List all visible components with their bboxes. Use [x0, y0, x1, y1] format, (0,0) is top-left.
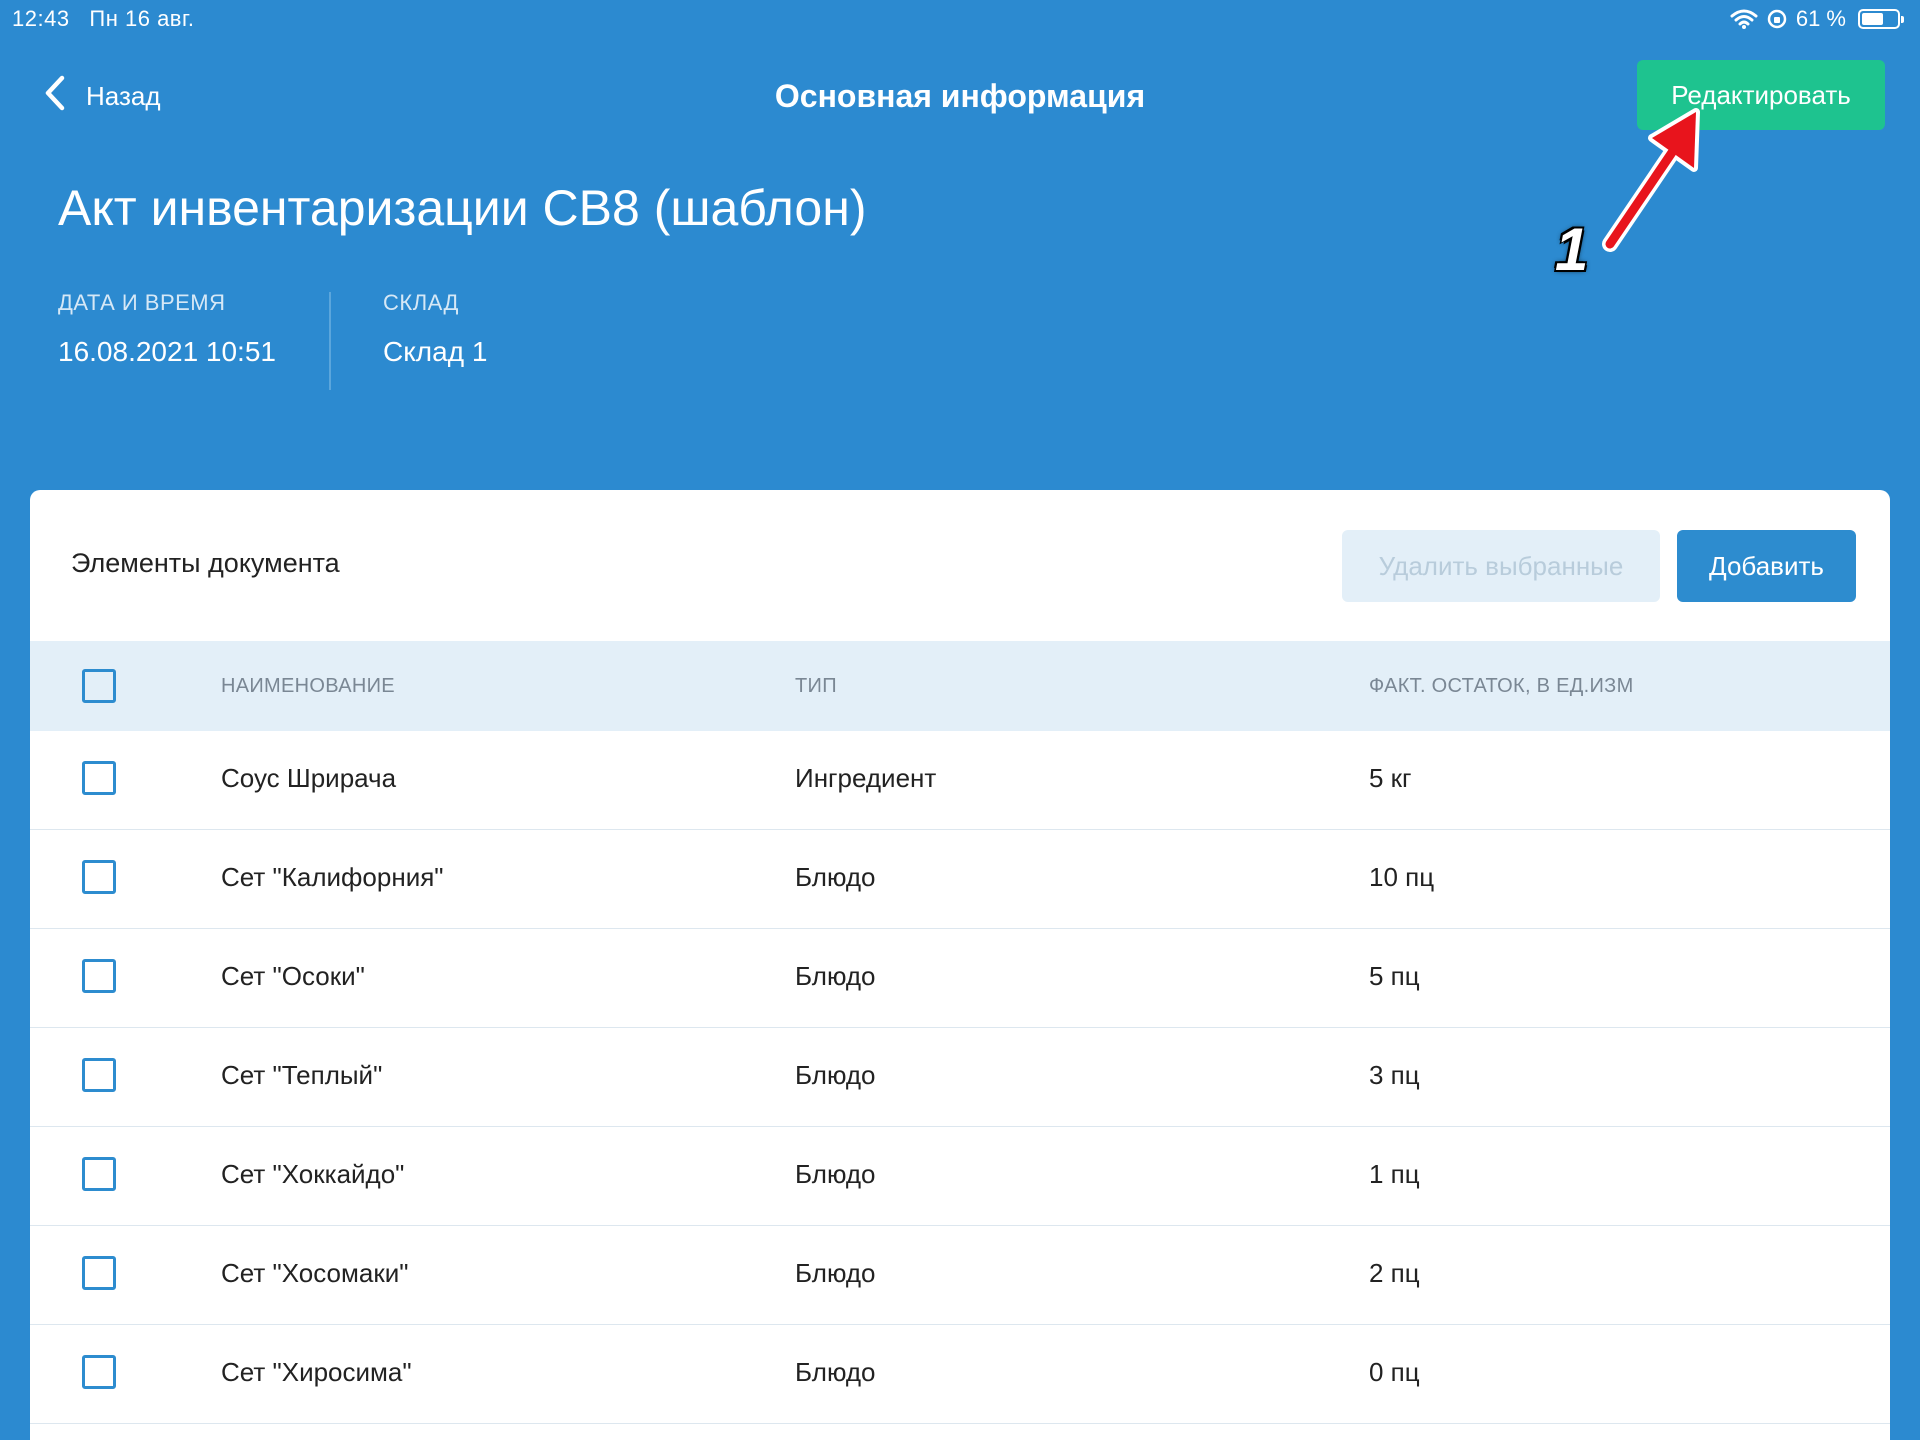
cell-qty: 5 кг [1369, 763, 1412, 793]
column-header-type: ТИП [795, 675, 837, 697]
meta-divider [329, 292, 331, 390]
cell-qty: 10 пц [1369, 862, 1435, 892]
add-button[interactable]: Добавить [1677, 530, 1856, 602]
cell-name: Сет "Хоккайдо" [221, 1159, 405, 1189]
column-header-qty: ФАКТ. ОСТАТОК, В ЕД.ИЗМ [1369, 675, 1634, 697]
document-title: Акт инвентаризации СВ8 (шаблон) [58, 180, 867, 236]
cell-qty: 0 пц [1369, 1357, 1420, 1387]
row-checkbox[interactable] [82, 1157, 116, 1191]
cell-name: Сет "Теплый" [221, 1060, 383, 1090]
cell-qty: 3 пц [1369, 1060, 1420, 1090]
cell-type: Блюдо [795, 1357, 876, 1387]
table-row[interactable]: Сет "Хосомаки" Блюдо 2 пц [30, 1226, 1890, 1325]
table-row[interactable]: Сет "Калифорния" Блюдо 10 пц [30, 830, 1890, 929]
date-label: ДАТА И ВРЕМЯ [58, 290, 226, 315]
battery-level [1862, 13, 1883, 25]
select-all-checkbox[interactable] [82, 669, 116, 703]
cell-name: Сет "Осоки" [221, 961, 365, 991]
cell-name: Соус Шрирача [221, 763, 397, 793]
date-value: 16.08.2021 10:51 [58, 336, 276, 367]
table-row[interactable]: Сет "Хиросима" Блюдо 0 пц [30, 1325, 1890, 1424]
row-checkbox[interactable] [82, 860, 116, 894]
meta-date: ДАТА И ВРЕМЯ 16.08.2021 10:51 [58, 290, 276, 368]
page-title: Основная информация [774, 78, 1146, 114]
cell-type: Блюдо [795, 1258, 876, 1288]
cell-type: Блюдо [795, 862, 876, 892]
wifi-icon [1730, 8, 1758, 30]
cell-name: Сет "Калифорния" [221, 862, 444, 892]
row-checkbox[interactable] [82, 761, 116, 795]
warehouse-value: Склад 1 [383, 336, 488, 367]
orientation-lock-icon [1766, 8, 1788, 30]
cell-type: Блюдо [795, 1159, 876, 1189]
screen: 12:43 Пн 16 авг. 61 % Назад Основная инф… [0, 0, 1920, 1440]
status-indicators: 61 % [1730, 6, 1904, 32]
annotation-step-label: 1 [1555, 216, 1589, 283]
cell-type: Ингредиент [795, 763, 937, 793]
table-row[interactable]: Сет "Теплый" Блюдо 3 пц [30, 1028, 1890, 1127]
table-body: Соус Шрирача Ингредиент 5 кг Сет "Калифо… [30, 731, 1890, 1424]
row-checkbox[interactable] [82, 959, 116, 993]
table-row[interactable]: Сет "Осоки" Блюдо 5 пц [30, 929, 1890, 1028]
items-card: Элементы документа Удалить выбранные Доб… [30, 490, 1890, 1440]
delete-selected-button[interactable]: Удалить выбранные [1342, 530, 1660, 602]
cell-name: Сет "Хиросима" [221, 1357, 412, 1387]
battery-percent: 61 % [1795, 6, 1846, 31]
cell-type: Блюдо [795, 1060, 876, 1090]
table-row[interactable]: Соус Шрирача Ингредиент 5 кг [30, 731, 1890, 830]
status-clock: 12:43 [12, 6, 70, 31]
column-header-name: НАИМЕНОВАНИЕ [221, 675, 395, 697]
row-checkbox[interactable] [82, 1058, 116, 1092]
status-date: Пн 16 авг. [89, 6, 195, 31]
cell-qty: 1 пц [1369, 1159, 1420, 1189]
table-header: НАИМЕНОВАНИЕ ТИП ФАКТ. ОСТАТОК, В ЕД.ИЗМ [30, 641, 1890, 731]
meta-warehouse: СКЛАД Склад 1 [383, 290, 487, 368]
cell-qty: 2 пц [1369, 1258, 1420, 1288]
row-checkbox[interactable] [82, 1355, 116, 1389]
status-bar: 12:43 Пн 16 авг. 61 % [0, 0, 1920, 38]
status-time: 12:43 Пн 16 авг. [12, 6, 194, 32]
cell-name: Сет "Хосомаки" [221, 1258, 409, 1288]
edit-button[interactable]: Редактировать [1637, 60, 1885, 130]
cell-type: Блюдо [795, 961, 876, 991]
cell-qty: 5 пц [1369, 961, 1420, 991]
battery-icon [1858, 9, 1904, 29]
warehouse-label: СКЛАД [383, 290, 459, 315]
table-row[interactable]: Сет "Хоккайдо" Блюдо 1 пц [30, 1127, 1890, 1226]
items-section-title: Элементы документа [71, 548, 340, 578]
row-checkbox[interactable] [82, 1256, 116, 1290]
